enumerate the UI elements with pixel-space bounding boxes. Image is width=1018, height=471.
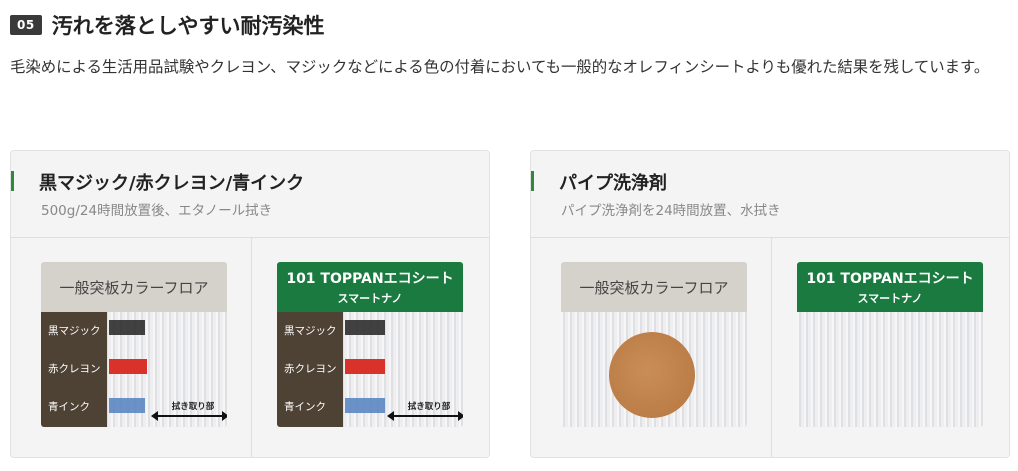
- red-crayon-stain: [109, 359, 147, 374]
- sample-header-label: 一般突板カラーフロア: [579, 278, 729, 297]
- stain-label-black-marker: 黒マジック: [48, 325, 101, 337]
- stain-label-black-marker: 黒マジック: [284, 325, 337, 337]
- wipe-label: 拭き取り部: [171, 402, 215, 412]
- product-subname: スマートナノ: [337, 292, 403, 305]
- stain-label-column: 黒マジック 赤クレヨン 青インク: [41, 312, 107, 427]
- product-name: 101 TOPPANエコシート: [806, 271, 974, 287]
- blue-ink-stain: [109, 398, 145, 413]
- stain-test-card: 黒マジック/赤クレヨン/青インク 500g/24時間放置後、エタノール拭き 一般…: [10, 150, 490, 458]
- sample-general-floor: 一般突板カラーフロア: [561, 262, 747, 427]
- sample-general-floor: 一般突板カラーフロア 黒マジック 赤クレヨン 青インク 拭き取り部: [41, 262, 227, 427]
- sample-smart-nano: 101 TOPPANエコシート スマートナノ: [797, 262, 983, 427]
- sample-header: 一般突板カラーフロア: [561, 262, 747, 312]
- section-number-badge: 05: [10, 15, 42, 35]
- stain-label-blue-ink: 青インク: [48, 401, 90, 413]
- sample-header-label: 一般突板カラーフロア: [59, 278, 209, 297]
- card-title: パイプ洗浄剤: [559, 173, 667, 194]
- black-marker-stain: [345, 320, 385, 335]
- pipe-cleaner-test-card: パイプ洗浄剤 パイプ洗浄剤を24時間放置、水拭き 一般突板カラーフロア 101 …: [530, 150, 1010, 458]
- card-divider: [251, 237, 252, 457]
- sample-smart-nano: 101 TOPPANエコシート スマートナノ 黒マジック 赤クレヨン 青インク …: [277, 262, 463, 427]
- title-accent-bar: [11, 171, 14, 191]
- card-subtitle: 500g/24時間放置後、エタノール拭き: [41, 203, 273, 219]
- title-accent-bar: [531, 171, 534, 191]
- wipe-label: 拭き取り部: [407, 402, 451, 412]
- double-arrow-icon: [151, 411, 227, 421]
- product-subname: スマートナノ: [857, 292, 923, 305]
- stain-label-red-crayon: 赤クレヨン: [284, 363, 337, 375]
- section-heading: 05 汚れを落としやすい耐汚染性: [10, 10, 325, 40]
- double-arrow-icon: [387, 411, 463, 421]
- card-subtitle: パイプ洗浄剤を24時間放置、水拭き: [561, 203, 781, 219]
- stain-label-blue-ink: 青インク: [284, 401, 326, 413]
- card-title: 黒マジック/赤クレヨン/青インク: [39, 173, 305, 194]
- black-marker-stain: [109, 320, 145, 335]
- sample-header: 一般突板カラーフロア: [41, 262, 227, 312]
- section-title: 汚れを落としやすい耐汚染性: [51, 14, 325, 38]
- blue-ink-stain: [345, 398, 385, 413]
- wipe-area-indicator: 拭き取り部: [151, 400, 227, 421]
- product-name: 101 TOPPANエコシート: [286, 271, 454, 287]
- stain-label-red-crayon: 赤クレヨン: [48, 363, 101, 375]
- stain-label-column: 黒マジック 赤クレヨン 青インク: [277, 312, 343, 427]
- sample-header: 101 TOPPANエコシート スマートナノ: [277, 262, 463, 312]
- pipe-cleaner-stain: [609, 332, 695, 418]
- wipe-area-indicator: 拭き取り部: [387, 400, 463, 421]
- sample-header: 101 TOPPANエコシート スマートナノ: [797, 262, 983, 312]
- red-crayon-stain: [345, 359, 385, 374]
- section-description: 毛染めによる生活用品試験やクレヨン、マジックなどによる色の付着においても一般的な…: [10, 58, 990, 76]
- card-header: パイプ洗浄剤 パイプ洗浄剤を24時間放置、水拭き: [531, 151, 1009, 238]
- card-header: 黒マジック/赤クレヨン/青インク 500g/24時間放置後、エタノール拭き: [11, 151, 489, 238]
- card-divider: [771, 237, 772, 457]
